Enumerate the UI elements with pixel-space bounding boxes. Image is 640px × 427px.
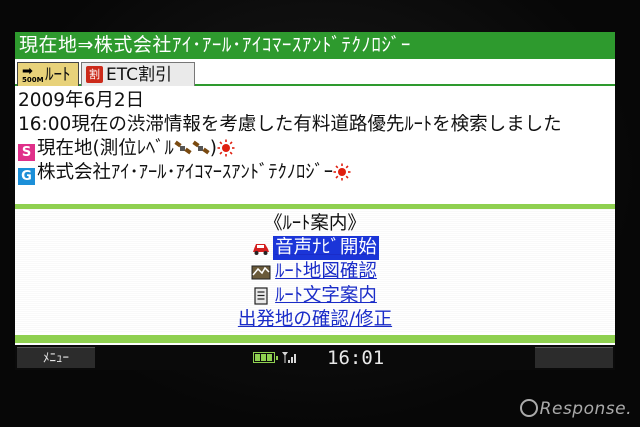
route-info: 2009年6月2日 16:00現在の渋滞情報を考慮した有料道路優先ﾙｰﾄを検索し…	[18, 89, 613, 185]
tab-etc-discount[interactable]: 割 ETC割引	[81, 62, 195, 86]
phone-screen: 現在地⇒株式会社ｱｲ･ｱｰﾙ･ｱｲｺﾏｰｽｱﾝﾄﾞﾃｸﾉﾛｼﾞｰ ➡ 500M …	[15, 32, 615, 370]
tab-etc-label: ETC割引	[106, 64, 172, 85]
response-watermark: Response.	[519, 399, 632, 419]
satellite-icon	[192, 140, 210, 155]
goal-point: G 株式会社ｱｲ･ｱｰﾙ･ｱｲｺﾏｰｽｱﾝﾄﾞﾃｸﾉﾛｼﾞｰ	[18, 161, 613, 185]
sun-icon	[217, 139, 235, 157]
route-icon: ➡ 500M	[22, 63, 44, 84]
start-point-suffix: )	[209, 138, 217, 159]
tab-strip: ➡ 500M ﾙｰﾄ 割 ETC割引	[15, 60, 615, 86]
title-bar: 現在地⇒株式会社ｱｲ･ｱｰﾙ･ｱｲｺﾏｰｽｱﾝﾄﾞﾃｸﾉﾛｼﾞｰ	[15, 32, 615, 59]
route-text-guide-link[interactable]: ﾙｰﾄ文字案内	[251, 284, 379, 308]
satellite-icon	[174, 140, 192, 155]
signal-icon	[282, 352, 296, 363]
route-map-link[interactable]: ﾙｰﾄ地図確認	[251, 260, 379, 284]
document-icon	[254, 287, 268, 305]
search-description: 16:00現在の渋滞情報を考慮した有料道路優先ﾙｰﾄを検索しました	[18, 114, 562, 135]
start-point: S 現在地(測位ﾚﾍﾞﾙ )	[18, 137, 613, 161]
menu-item-departure-edit: 出発地の確認/修正	[15, 308, 615, 332]
start-point-text: 現在地(測位ﾚﾍﾞﾙ	[37, 138, 174, 159]
right-softkey[interactable]	[535, 347, 613, 368]
etc-icon: 割	[86, 66, 103, 83]
car-icon	[253, 244, 270, 255]
title-bar-text: 現在地⇒株式会社ｱｲ･ｱｰﾙ･ｱｲｺﾏｰｽｱﾝﾄﾞﾃｸﾉﾛｼﾞｰ	[19, 34, 411, 56]
divider	[15, 335, 615, 343]
watermark-logo-icon	[519, 399, 538, 417]
map-icon	[251, 265, 271, 280]
search-date: 2009年6月2日	[18, 90, 145, 111]
goal-point-text: 株式会社ｱｲ･ｱｰﾙ･ｱｲｺﾏｰｽｱﾝﾄﾞﾃｸﾉﾛｼﾞｰ	[37, 162, 334, 183]
voice-navi-start-link[interactable]: 音声ﾅﾋﾞ開始	[251, 236, 379, 260]
battery-icon	[253, 352, 278, 363]
soft-key-bar: ﾒﾆｭｰ 16:01	[15, 345, 615, 370]
goal-badge-icon: G	[18, 168, 35, 185]
departure-confirm-edit-link[interactable]: 出発地の確認/修正	[236, 308, 394, 332]
menu-softkey[interactable]: ﾒﾆｭｰ	[17, 347, 95, 368]
status-clock: 16:01	[327, 346, 385, 369]
route-guide-title: 《ﾙｰﾄ案内》	[264, 213, 366, 234]
start-badge-icon: S	[18, 144, 35, 161]
sun-icon	[333, 163, 351, 181]
tab-route[interactable]: ➡ 500M ﾙｰﾄ	[17, 62, 79, 86]
tab-route-label: ﾙｰﾄ	[45, 64, 71, 85]
status-area: 16:01	[253, 346, 385, 369]
